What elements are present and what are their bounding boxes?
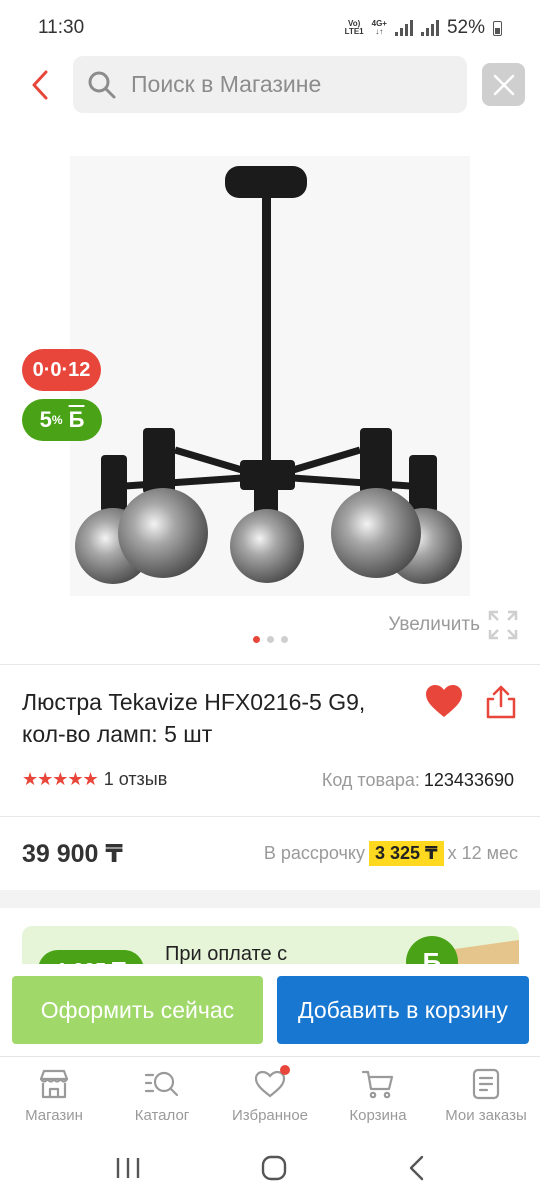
zoom-label: Увеличить [388,614,480,635]
divider [0,816,540,817]
installment-info[interactable]: В рассрочку 3 325 ₸ х 12 мес [264,841,518,866]
nav-item-cart[interactable]: Корзина [324,1057,432,1136]
product-image [70,156,470,596]
nav-item-shop[interactable]: Магазин [0,1057,108,1136]
close-icon [493,74,514,95]
battery-percent: 52% [446,17,485,38]
rating-stars: ★★★★★ [22,769,99,789]
sku-value: 123433690 [423,770,514,790]
installment-badge: 0·0·12 [22,349,101,391]
bottom-navigation: Магазин Каталог Избранное Корзина Мои за… [0,1056,540,1136]
nav-label: Магазин [25,1107,83,1124]
recent-apps-icon[interactable] [115,1156,141,1180]
expand-icon [488,610,518,640]
cart-icon [361,1070,394,1099]
product-title: Люстра Tekavize HFX0216-5 G9, кол-во лам… [22,689,366,747]
zoom-button[interactable]: Увеличить [388,610,518,640]
network-type-indicator: 4G+ ↓↑ [371,19,387,36]
divider [0,664,540,665]
installment-prefix: В рассрочку [263,843,365,863]
purchase-actions: Оформить сейчас Добавить в корзину [0,964,540,1056]
notification-dot [280,1065,290,1075]
add-to-cart-button[interactable]: Добавить в корзину [277,976,529,1044]
home-icon[interactable] [261,1155,287,1181]
close-button[interactable] [482,63,525,106]
back-button[interactable] [22,66,58,104]
system-navigation-bar [0,1136,540,1200]
nav-item-catalog[interactable]: Каталог [108,1057,216,1136]
nav-item-orders[interactable]: Мои заказы [432,1057,540,1136]
product-price: 39 900 ₸ [22,840,123,868]
pagination-dot[interactable] [253,636,260,643]
product-code: Код товара: 123433690 [322,770,514,791]
search-bar[interactable] [73,56,467,113]
bonus-currency-icon: Б [68,407,85,432]
catalog-search-icon [144,1071,179,1097]
rating[interactable]: ★★★★★ 1 отзыв [22,769,167,790]
nav-label: Мои заказы [445,1107,527,1124]
status-time: 11:30 [38,17,85,38]
share-icon [486,685,516,719]
orders-icon [472,1068,500,1100]
signal-icon [394,20,413,36]
search-header [0,56,540,114]
status-bar: 11:30 Vo) LTE1 4G+ ↓↑ 52% [0,0,540,56]
shop-icon [39,1069,69,1099]
installment-amount: 3 325 ₸ [369,841,444,866]
search-icon [88,71,116,98]
gallery-pagination [253,636,288,643]
product-gallery[interactable]: 0·0·12 5% Б Увеличить [0,128,540,658]
pagination-dot[interactable] [267,636,274,643]
nav-item-favorites[interactable]: Избранное [216,1057,324,1136]
back-icon[interactable] [407,1155,425,1181]
installment-suffix: х 12 мес [447,843,518,863]
nav-label: Корзина [349,1107,407,1124]
nav-label: Избранное [231,1107,309,1124]
favorite-button[interactable] [425,684,463,723]
nav-label: Каталог [134,1107,190,1124]
volte-indicator: Vo) LTE1 [344,19,364,36]
section-separator [0,890,540,908]
sku-label: Код товара: [321,770,420,790]
heart-outline-icon [254,1070,286,1098]
status-indicators: Vo) LTE1 4G+ ↓↑ 52% [345,17,502,39]
back-arrow-icon [32,70,48,100]
share-button[interactable] [484,684,518,725]
buy-now-button[interactable]: Оформить сейчас [12,976,263,1044]
reviews-count[interactable]: 1 отзыв [104,769,168,790]
heart-icon [426,685,462,717]
signal-icon [420,20,439,36]
bonus-badge: 5% Б [22,399,102,441]
battery-icon [493,20,502,36]
pagination-dot[interactable] [281,636,288,643]
promo-text: При оплате с [165,943,288,965]
search-input[interactable] [131,71,431,98]
